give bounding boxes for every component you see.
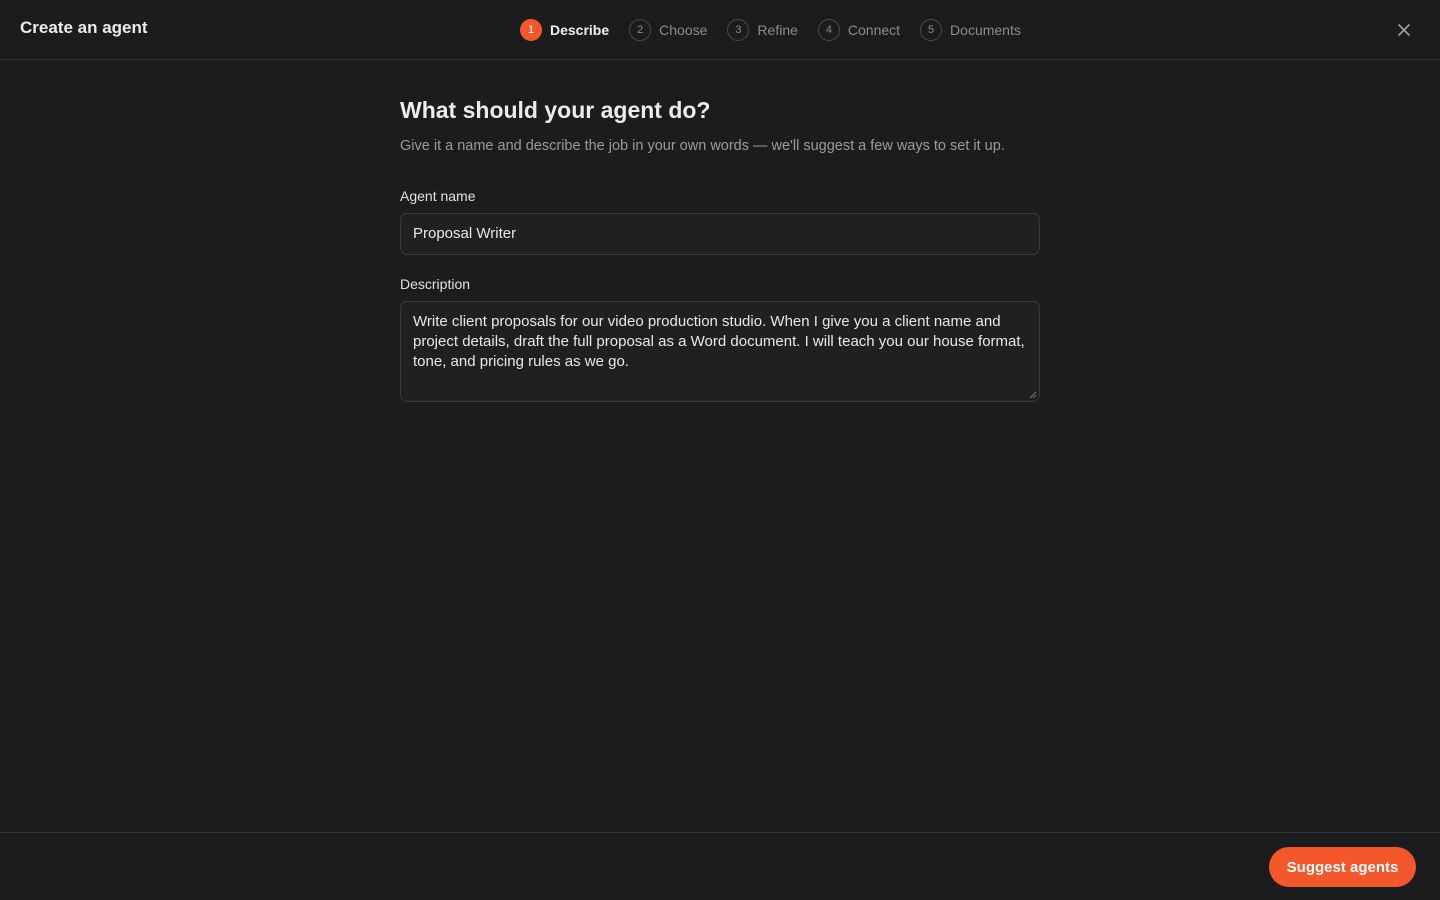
stepper: 1 Describe 2 Choose 3 Refine 4 Connect 5… [520, 18, 1021, 42]
step-describe[interactable]: 1 Describe [520, 19, 609, 41]
dialog-footer: Suggest agents [0, 832, 1440, 900]
agent-name-input[interactable]: Proposal Writer [400, 213, 1040, 255]
step-label: Documents [950, 22, 1021, 38]
description-label: Description [400, 276, 471, 292]
step-choose[interactable]: 2 Choose [629, 19, 707, 41]
create-agent-dialog: Create an agent 1 Describe 2 Choose 3 Re… [0, 0, 1440, 900]
step-documents[interactable]: 5 Documents [920, 19, 1021, 41]
dialog-header: Create an agent 1 Describe 2 Choose 3 Re… [0, 0, 1440, 60]
step-label: Describe [550, 22, 610, 38]
description-textarea[interactable]: Write client proposals for our video pro… [400, 301, 1040, 402]
description-text: Write client proposals for our video pro… [413, 313, 1025, 370]
step-label: Choose [659, 22, 708, 38]
page-subtitle: Give it a name and describe the job in y… [400, 138, 1005, 154]
close-icon [1398, 24, 1410, 36]
step-number: 3 [727, 19, 750, 41]
step-label: Connect [847, 22, 901, 38]
form-section: What should your agent do? Give it a nam… [400, 96, 1040, 402]
step-number: 5 [920, 19, 943, 41]
step-number: 1 [520, 19, 542, 41]
step-number: 2 [629, 19, 652, 41]
resize-handle-icon[interactable] [1029, 391, 1037, 399]
step-label: Refine [757, 22, 798, 38]
step-number: 4 [817, 19, 840, 41]
agent-name-label: Agent name [400, 188, 476, 204]
step-refine[interactable]: 3 Refine [727, 19, 798, 41]
page-title: What should your agent do? [400, 97, 711, 123]
step-connect[interactable]: 4 Connect [817, 19, 901, 41]
dialog-title: Create an agent [20, 18, 148, 37]
suggest-agents-button[interactable]: Suggest agents [1269, 847, 1416, 887]
close-button[interactable] [1394, 20, 1414, 40]
